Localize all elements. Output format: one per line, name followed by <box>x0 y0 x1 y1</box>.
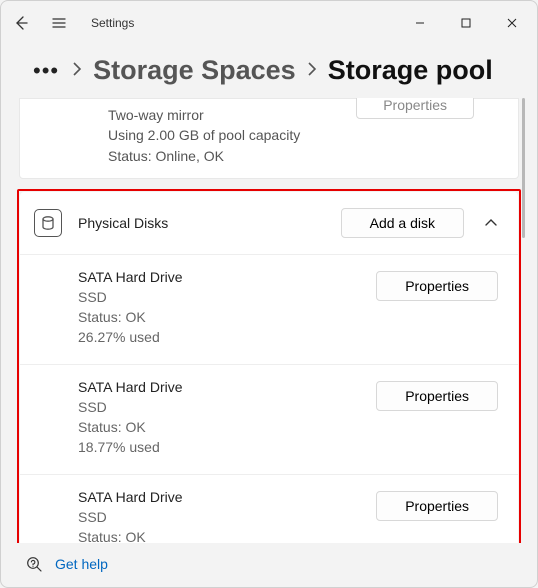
disk-type: SSD <box>78 397 376 417</box>
physical-disks-highlight: Physical Disks Add a disk SATA Hard Driv… <box>17 189 521 543</box>
disk-icon <box>34 209 62 237</box>
disk-name: SATA Hard Drive <box>78 269 376 285</box>
chevron-right-icon <box>306 60 318 81</box>
get-help-link[interactable]: Get help <box>55 556 108 572</box>
disk-type: SSD <box>78 507 376 527</box>
maximize-button[interactable] <box>443 7 489 39</box>
disk-used: 18.77% used <box>78 437 376 457</box>
back-button[interactable] <box>9 11 33 35</box>
breadcrumb-more[interactable]: ••• <box>33 58 59 84</box>
nav-menu-button[interactable] <box>47 11 71 35</box>
disk-row: SATA Hard Drive SSD Status: OK 18.77% us… <box>20 364 518 474</box>
storage-space-card: Properties Two-way mirror Using 2.00 GB … <box>19 98 519 179</box>
minimize-button[interactable] <box>397 7 443 39</box>
app-title: Settings <box>91 16 134 30</box>
settings-window: Settings ••• Storage Spaces Storage poo <box>0 0 538 588</box>
content-area: ••• Storage Spaces Storage pool Properti… <box>1 45 537 587</box>
disk-name: SATA Hard Drive <box>78 489 376 505</box>
footer: Get help <box>13 543 525 579</box>
disk-status: Status: OK <box>78 307 376 327</box>
physical-disks-title: Physical Disks <box>78 215 341 231</box>
disk-type: SSD <box>78 287 376 307</box>
disk-properties-button[interactable]: Properties <box>376 491 498 521</box>
titlebar: Settings <box>1 1 537 45</box>
disk-status: Status: OK <box>78 417 376 437</box>
close-button[interactable] <box>489 7 535 39</box>
space-status: Status: Online, OK <box>108 146 502 166</box>
chevron-right-icon <box>71 60 83 81</box>
collapse-button[interactable] <box>474 206 508 240</box>
help-icon <box>25 555 43 573</box>
disk-status: Status: OK <box>78 527 376 543</box>
physical-disks-header[interactable]: Physical Disks Add a disk <box>20 192 518 254</box>
space-capacity: Using 2.00 GB of pool capacity <box>108 125 502 145</box>
disk-name: SATA Hard Drive <box>78 379 376 395</box>
disk-properties-button[interactable]: Properties <box>376 271 498 301</box>
breadcrumb-storage-spaces[interactable]: Storage Spaces <box>93 55 296 86</box>
add-disk-button[interactable]: Add a disk <box>341 208 464 238</box>
disk-row: SATA Hard Drive SSD Status: OK 26.27% us… <box>20 474 518 543</box>
breadcrumb: ••• Storage Spaces Storage pool <box>13 49 525 98</box>
disk-row: SATA Hard Drive SSD Status: OK 26.27% us… <box>20 254 518 364</box>
space-properties-button[interactable]: Properties <box>356 98 474 119</box>
disk-properties-button[interactable]: Properties <box>376 381 498 411</box>
scrollbar[interactable] <box>522 98 525 238</box>
disk-used: 26.27% used <box>78 327 376 347</box>
breadcrumb-current: Storage pool <box>328 55 493 86</box>
